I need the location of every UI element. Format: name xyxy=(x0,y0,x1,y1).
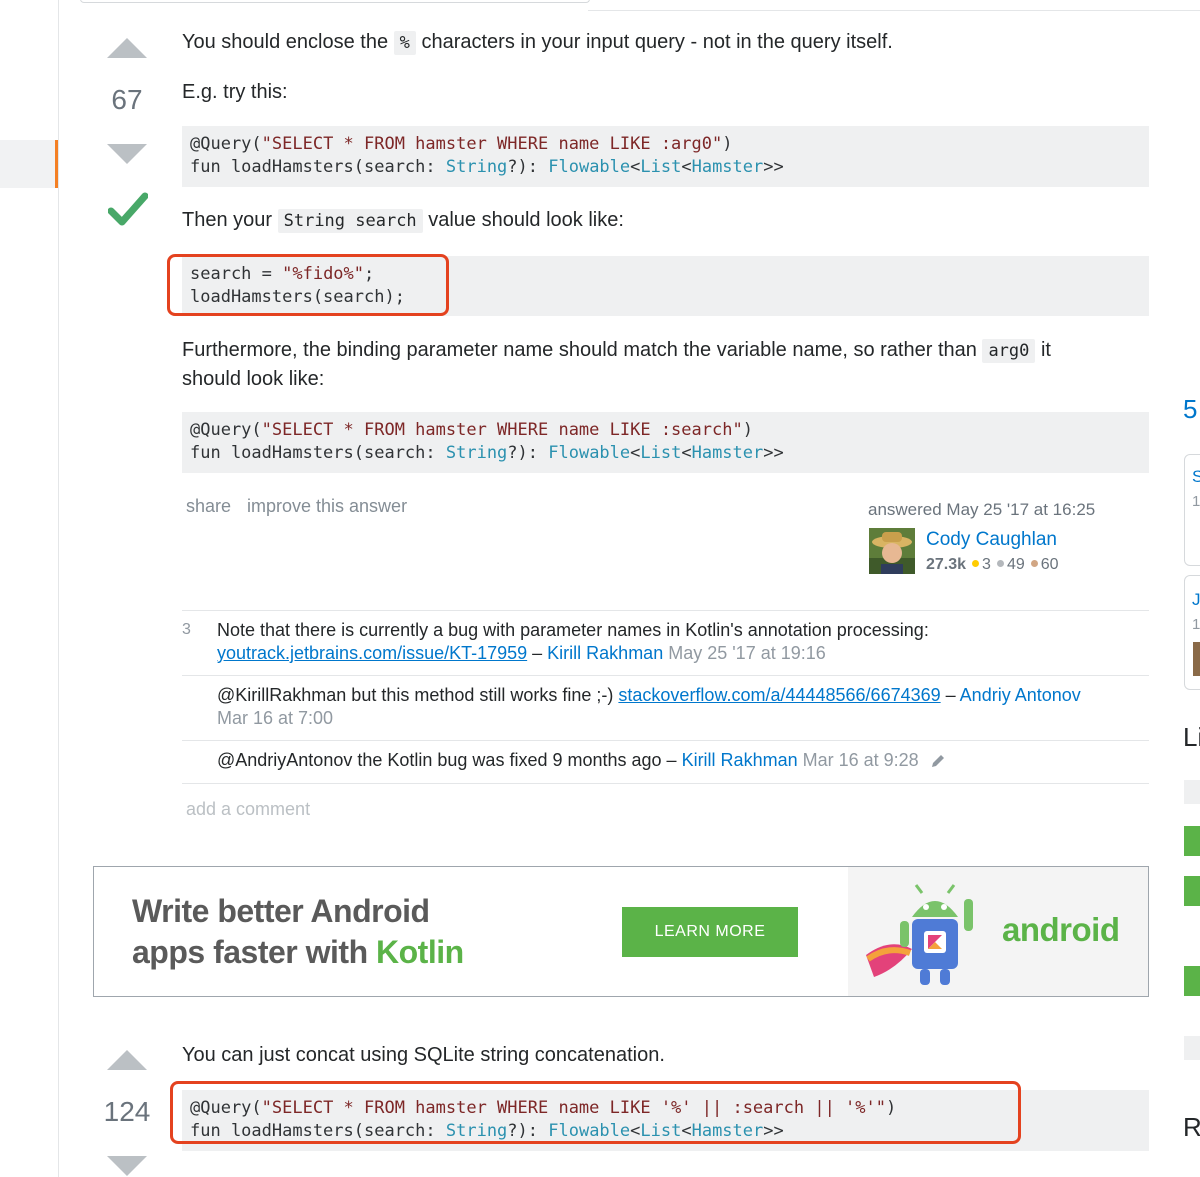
answer-intro: You can just concat using SQLite string … xyxy=(182,1044,665,1066)
right-sidebar-tag[interactable] xyxy=(1184,1036,1200,1060)
right-sidebar-badge[interactable] xyxy=(1184,876,1200,906)
answer-intro: You should enclose the % characters in y… xyxy=(182,31,893,55)
right-sidebar-heading: R xyxy=(1183,1112,1200,1142)
right-card-number: 1 xyxy=(1192,616,1200,633)
comment-link[interactable]: stackoverflow.com/a/44448566/6674369 xyxy=(618,685,940,705)
avatar[interactable] xyxy=(869,528,915,574)
comment-link[interactable]: youtrack.jetbrains.com/issue/KT-17959 xyxy=(217,643,527,663)
answered-timestamp: answered May 25 '17 at 16:25 xyxy=(868,500,1096,519)
answer-furthermore: Furthermore, the binding parameter name … xyxy=(182,339,1051,390)
accepted-checkmark-icon xyxy=(108,192,148,226)
share-link[interactable]: share xyxy=(186,496,231,517)
right-sidebar-badge[interactable] xyxy=(1184,966,1200,996)
user-name-link[interactable]: Cody Caughlan xyxy=(926,529,1057,551)
right-sidebar-count[interactable]: 5 xyxy=(1183,394,1197,425)
upvote-button[interactable] xyxy=(107,1050,147,1070)
inline-code: arg0 xyxy=(982,339,1036,363)
right-sidebar-card[interactable]: J 1 xyxy=(1184,575,1200,690)
gold-badge-count: 3 xyxy=(982,556,991,573)
comments-divider xyxy=(182,610,1149,611)
android-brand-text: android xyxy=(1002,911,1120,948)
improve-answer-link[interactable]: improve this answer xyxy=(247,496,407,517)
user-reputation: 27.3k 3 49 60 xyxy=(926,556,1059,574)
advertisement-banner[interactable]: Write better Android apps faster with Kot… xyxy=(93,866,1149,997)
right-sidebar-tag[interactable] xyxy=(1184,780,1200,804)
comment-divider xyxy=(182,783,1149,784)
sidebar-active-item[interactable] xyxy=(0,140,58,188)
learn-more-button[interactable]: LEARN MORE xyxy=(622,907,798,957)
ad-brand-panel: android xyxy=(848,867,1148,996)
bronze-badge-icon xyxy=(1030,560,1038,568)
right-card-number: 1 xyxy=(1192,493,1200,510)
reputation-score: 27.3k xyxy=(926,556,967,573)
comment-divider xyxy=(182,675,1149,676)
code-block-query-search: @Query("SELECT * FROM hamster WHERE name… xyxy=(182,412,1149,473)
right-card-letter: S xyxy=(1192,467,1200,486)
ad-headline: Write better Android apps faster with Kot… xyxy=(132,893,464,970)
right-sidebar-heading: Li xyxy=(1183,722,1200,752)
comment-user-link[interactable]: Andriy Antonov xyxy=(960,685,1081,705)
comment: @AndriyAntonov the Kotlin bug was fixed … xyxy=(217,749,1147,772)
right-card-thumbnail xyxy=(1193,642,1200,676)
comment: @KirillRakhman but this method still wor… xyxy=(217,685,1081,728)
add-comment-link[interactable]: add a comment xyxy=(186,799,310,820)
right-sidebar-card[interactable]: S 1 xyxy=(1184,454,1200,566)
downvote-button[interactable] xyxy=(107,1156,147,1176)
android-mascot-icon xyxy=(866,884,973,985)
edit-pencil-icon[interactable] xyxy=(930,753,946,769)
vote-count: 124 xyxy=(103,1096,151,1127)
search-bar-edge[interactable] xyxy=(80,0,590,3)
gold-badge-icon xyxy=(972,560,980,568)
header-divider xyxy=(588,10,1200,11)
inline-code: String search xyxy=(277,209,423,233)
comment: Note that there is currently a bug with … xyxy=(217,620,929,663)
comment-score: 3 xyxy=(182,621,191,638)
answer-then-text: Then your String search value should loo… xyxy=(182,209,624,233)
comment-user-link[interactable]: Kirill Rakhman xyxy=(682,750,798,770)
code-block-query-arg0: @Query("SELECT * FROM hamster WHERE name… xyxy=(182,126,1149,187)
highlight-box xyxy=(170,1081,1021,1144)
comment-divider xyxy=(182,740,1149,741)
bronze-badge-count: 60 xyxy=(1040,556,1059,573)
downvote-button[interactable] xyxy=(107,144,147,164)
silver-badge-count: 49 xyxy=(1006,556,1025,573)
upvote-button[interactable] xyxy=(107,38,147,58)
inline-code: % xyxy=(393,31,416,55)
highlight-box xyxy=(167,254,449,316)
right-card-letter: J xyxy=(1192,590,1200,609)
answer-eg: E.g. try this: xyxy=(182,81,288,103)
silver-badge-icon xyxy=(996,560,1004,568)
comment-user-link[interactable]: Kirill Rakhman xyxy=(547,643,663,663)
vote-count: 67 xyxy=(111,84,143,115)
right-sidebar-badge[interactable] xyxy=(1184,826,1200,856)
